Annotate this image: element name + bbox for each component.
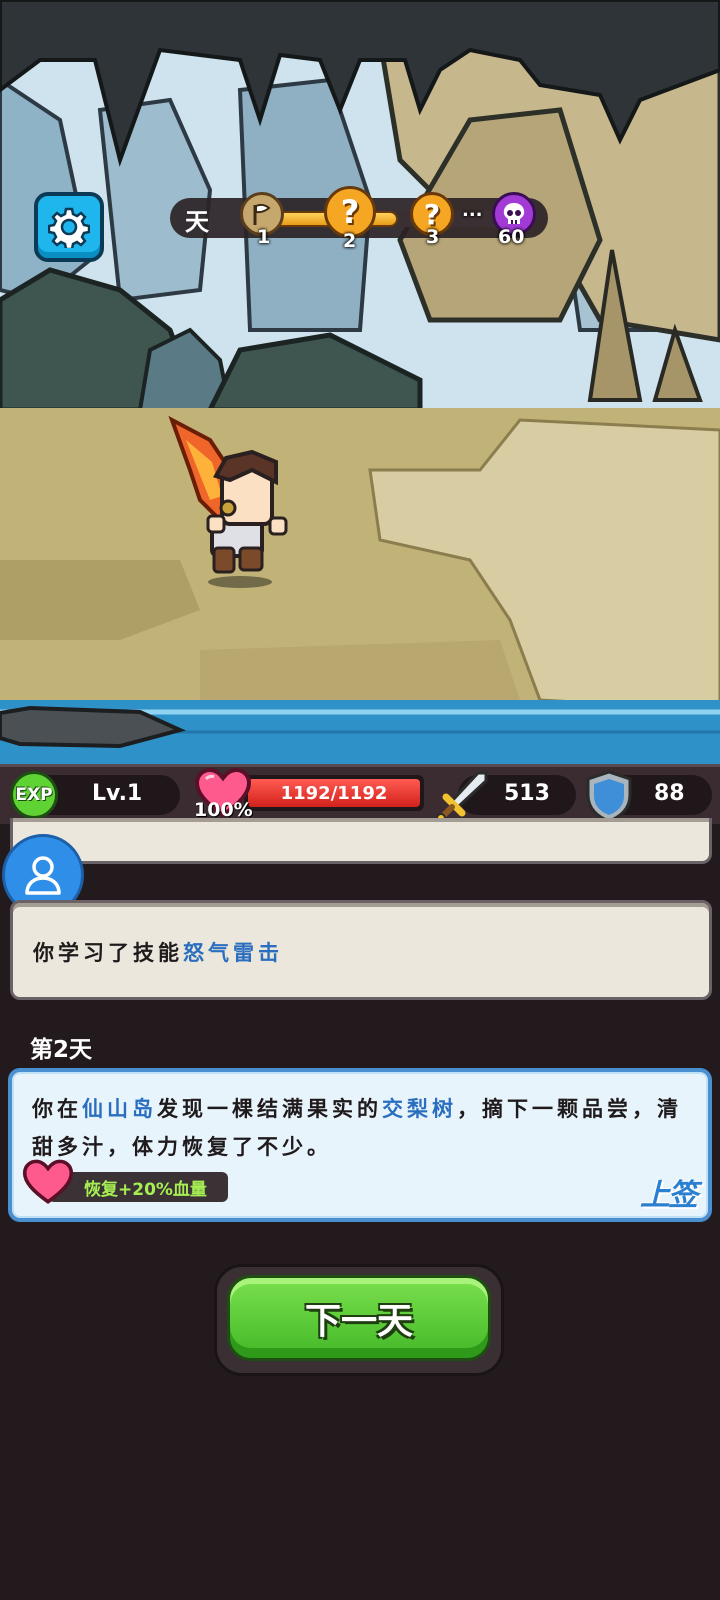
- node-label-3: 3: [426, 226, 440, 248]
- node-label-1: 1: [257, 226, 271, 248]
- exp-badge-text: EXP: [15, 785, 53, 805]
- gear-icon: [48, 207, 90, 248]
- reward-badge: 恢复+20%血量: [48, 1172, 228, 1202]
- event-place: 仙山岛: [82, 1097, 157, 1121]
- node-label-2: 2: [343, 230, 357, 252]
- event-tree: 交梨树: [382, 1097, 457, 1121]
- shield-icon: [586, 770, 632, 823]
- next-day-frame: 下一天: [214, 1264, 504, 1376]
- progress-ellipsis: ...: [462, 200, 483, 221]
- node-label-60: 60: [498, 226, 525, 248]
- exp-badge: EXP: [10, 771, 58, 819]
- skill-name: 怒气雷击: [183, 941, 283, 965]
- skill-prefix: 你学习了技能: [33, 941, 183, 965]
- sword-icon: [436, 771, 488, 823]
- hp-value: 1192/1192: [280, 782, 388, 804]
- settings-button[interactable]: [34, 192, 104, 262]
- question-icon: ?: [340, 193, 360, 231]
- skill-log-card: 你学习了技能怒气雷击: [10, 900, 712, 1000]
- journey-progress: 天 1 ? 2 ? 3 ... 60: [160, 186, 550, 252]
- reward-text: 恢复+20%血量: [84, 1179, 207, 1200]
- attack-value: 513: [504, 781, 550, 806]
- user-icon: [25, 856, 61, 895]
- stat-bar: EXP Lv.1 1192/1192 100% 513 88: [0, 764, 720, 824]
- event-message: 你在仙山岛发现一棵结满果实的交梨树，摘下一颗品尝，清甜多汁，体力恢复了不少。: [32, 1090, 682, 1166]
- game-scene: 天 1 ? 2 ? 3 ... 60: [0, 0, 720, 764]
- defense-value: 88: [654, 781, 685, 806]
- event-text-1: 你在: [32, 1097, 82, 1121]
- day-title: 第2天: [30, 1037, 93, 1063]
- previous-log-card: [10, 818, 712, 864]
- event-text-2: 发现一棵结满果实的: [157, 1097, 382, 1121]
- skull-icon: [503, 203, 525, 224]
- event-card: 你在仙山岛发现一棵结满果实的交梨树，摘下一颗品尝，清甜多汁，体力恢复了不少。 恢…: [8, 1068, 712, 1222]
- flag-icon: [253, 203, 271, 225]
- next-day-button[interactable]: 下一天: [227, 1275, 491, 1361]
- cave-background: [0, 0, 720, 764]
- day-label: 天: [185, 207, 209, 236]
- fortune-signature: 上签: [640, 1178, 698, 1213]
- level-value: Lv.1: [92, 781, 143, 806]
- skill-message: 你学习了技能怒气雷击: [33, 937, 283, 967]
- heart-icon: [22, 1159, 74, 1204]
